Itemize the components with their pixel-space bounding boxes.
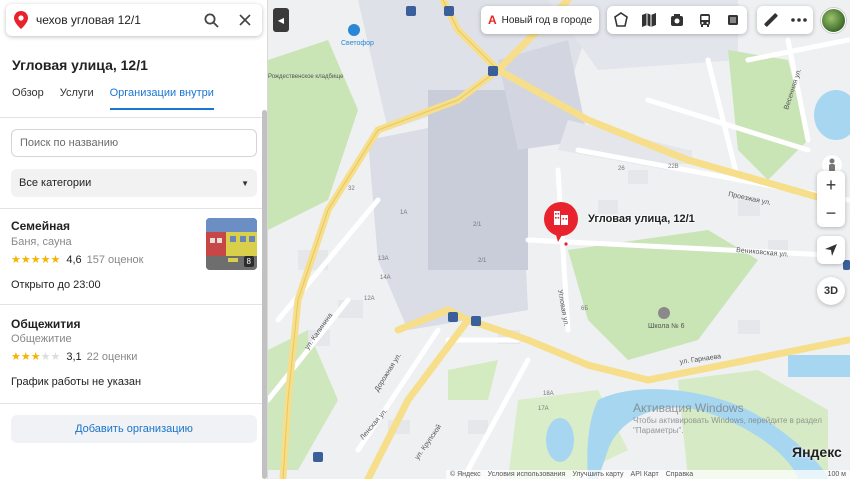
house-number: 1А [400,210,407,216]
map-address-label: Угловая улица, 12/1 [588,213,695,225]
zoom-out-button[interactable]: − [817,199,845,227]
org-rating: ★★★★★ 3,1 22 оценки [11,350,138,364]
poi-label: Школа № 6 [648,323,685,330]
rating-value: 3,1 [66,350,82,363]
chevron-left-icon: ◀ [277,15,285,25]
3d-button[interactable]: 3D [817,277,845,305]
zoom-in-button[interactable]: + [817,171,845,199]
house-number: 18А [543,391,554,397]
map-canvas[interactable]: Угловая ул. Веников­ская ул. ул. Гарнаев… [268,0,850,479]
house-number: 26 [618,166,625,172]
footer-link[interactable]: API Карт [631,471,659,478]
house-number: 2/1 [478,258,487,264]
more-icon[interactable] [785,6,813,34]
house-number: 2/1 [473,222,482,228]
org-category: Общежитие [11,333,72,345]
tab-services[interactable]: Услуги [60,87,94,110]
org-hours: Открыто до 23:00 [11,279,101,291]
chevron-down-icon: ▼ [241,178,249,188]
org-name[interactable]: Семейная [11,219,70,233]
add-organization-button[interactable]: Добавить организацию [11,415,257,443]
map-graphic: Угловая ул. Веников­ская ул. ул. Гарнаев… [268,0,850,479]
house-number: 17А [538,406,549,412]
poi-label: Светофор [341,40,374,47]
footer-link[interactable]: Условия использования [488,471,566,478]
map-layers-toolbar [607,6,747,34]
house-number: 22В [668,164,679,170]
windows-activation-text: Чтобы активировать Windows, перейдите в … [633,416,822,436]
promo-button[interactable]: A Новый год в городе [481,6,599,34]
promo-label: Новый год в городе [501,14,593,26]
sidebar-panel: чехов угловая 12/1 Угловая улица, 12/1 О… [0,0,268,479]
windows-activation-title: Активация Windows [633,401,744,415]
org-photo[interactable]: 8 [206,218,257,270]
rating-value: 4,6 [66,253,82,266]
map-extra-toolbar [757,6,813,34]
tab-overview[interactable]: Обзор [12,87,44,110]
layers-map-icon[interactable] [635,6,663,34]
divider [0,208,267,209]
scale-bar: 100 м [827,471,846,478]
rating-stars-icon: ★★★★★ [11,351,61,363]
rating-stars-icon: ★★★★★ [11,254,61,266]
yandex-a-icon: A [488,13,497,27]
transport-icon[interactable] [691,6,719,34]
ruler-icon[interactable] [757,6,785,34]
reviews-count[interactable]: 22 оценки [87,351,138,363]
routes-icon[interactable] [607,6,635,34]
tab-bar: Обзор Услуги Организации внутри [12,87,214,110]
search-icon[interactable] [194,4,228,36]
category-select-value: Все категории [19,177,92,189]
tab-organizations-inside[interactable]: Организации внутри [109,87,214,110]
panorama-icon[interactable] [663,6,691,34]
divider [0,403,267,404]
windows-activation-text-line: Чтобы активировать Windows, перейдите в … [633,416,822,435]
layers-icon[interactable] [719,6,747,34]
org-name[interactable]: Общежития [11,317,81,331]
search-input[interactable]: чехов угловая 12/1 [36,13,194,27]
scrollbar[interactable] [262,110,267,479]
org-rating: ★★★★★ 4,6 157 оценок [11,253,144,267]
close-icon[interactable] [228,4,262,36]
house-number: 14А [380,275,391,281]
yandex-logo: Яндекс [792,444,842,460]
divider [0,304,267,305]
footer-link[interactable]: Улучшить карту [572,471,623,478]
house-number: 32 [348,186,355,192]
location-pin-icon [6,11,36,29]
reviews-count[interactable]: 157 оценок [87,254,144,266]
poi-label: Рождественское кладбище [268,74,344,80]
house-number: 13А [378,256,389,262]
map-footer: © Яндекс Условия использования Улучшить … [446,470,850,479]
org-search-input[interactable] [11,129,257,157]
org-category: Баня, сауна [11,236,72,248]
geolocation-arrow-icon[interactable] [817,236,845,264]
page-title: Угловая улица, 12/1 [12,57,148,73]
logo-text: Яндекс [792,444,842,460]
search-bar[interactable]: чехов угловая 12/1 [6,4,262,36]
footer-copyright: © Яндекс [450,471,481,478]
house-number: 12А [364,296,375,302]
avatar[interactable] [821,8,846,33]
zoom-controls: + − [817,171,845,227]
org-hours: График работы не указан [11,376,142,388]
footer-link[interactable]: Справка [666,471,693,478]
geolocation-control [817,236,845,264]
collapse-panel-button[interactable]: ◀ [273,8,289,32]
house-number: 6Б [581,306,588,312]
category-select[interactable]: Все категории ▼ [11,169,257,197]
photo-count: 8 [243,256,254,267]
divider [0,117,267,118]
